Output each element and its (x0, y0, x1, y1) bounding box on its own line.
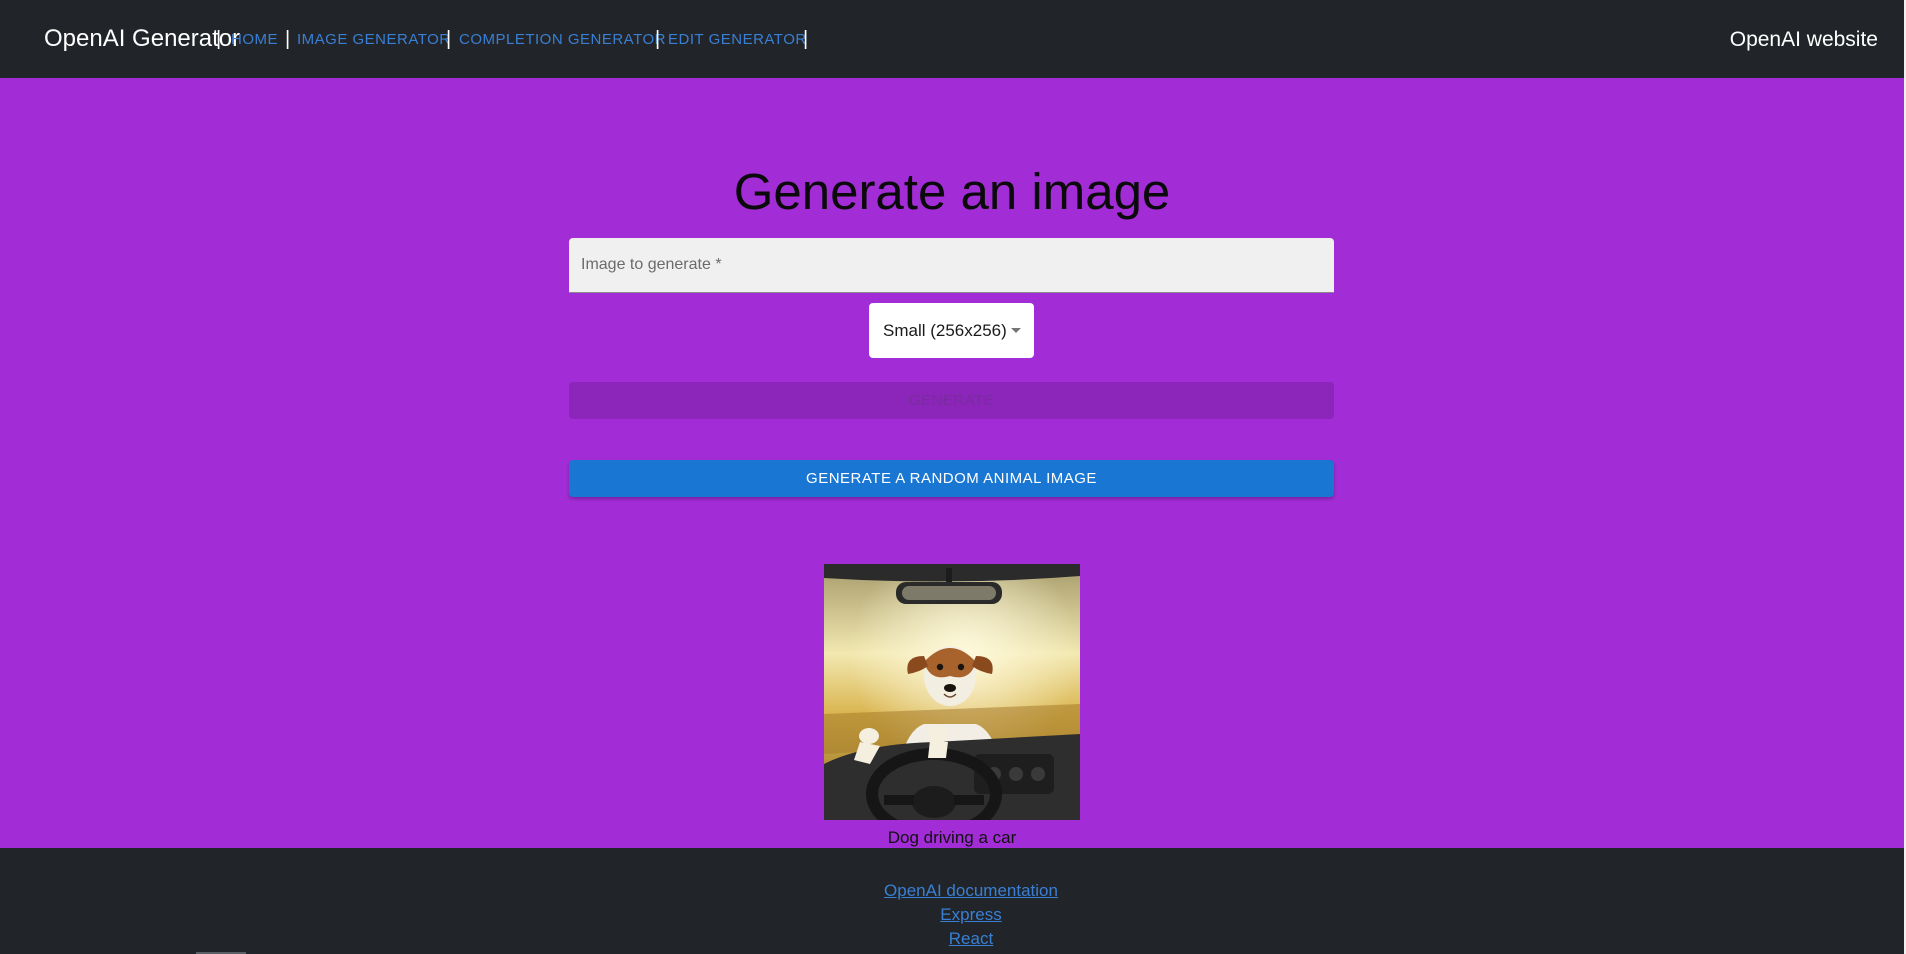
page-title: Generate an image (733, 163, 1171, 220)
nav-link-edit-generator[interactable]: EDIT GENERATOR (668, 31, 807, 48)
footer: OpenAI documentation Express React (0, 848, 1904, 954)
nav-separator: | (803, 28, 809, 50)
image-size-select[interactable]: Small (256x256) (869, 303, 1034, 358)
nav-link-completion-generator[interactable]: COMPLETION GENERATOR (459, 31, 666, 48)
chevron-down-icon (1011, 328, 1021, 333)
brand-title: OpenAI Generator (44, 25, 241, 52)
footer-link-react[interactable]: React (0, 929, 1906, 949)
main-content: Generate an image Small (256x256) GENERA… (0, 78, 1904, 848)
random-animal-image-button[interactable]: GENERATE A RANDOM ANIMAL IMAGE (569, 460, 1334, 497)
top-navbar: OpenAI Generator | HOME | IMAGE GENERATO… (0, 0, 1904, 78)
nav-separator: | (655, 28, 661, 50)
nav-separator: | (285, 28, 291, 50)
generated-image (824, 564, 1080, 820)
nav-link-image-generator[interactable]: IMAGE GENERATOR (297, 31, 451, 48)
footer-link-openai-documentation[interactable]: OpenAI documentation (0, 881, 1906, 901)
image-prompt-input[interactable] (569, 238, 1334, 293)
image-size-selected-value: Small (256x256) (883, 320, 1007, 340)
nav-separator: | (446, 28, 452, 50)
image-caption: Dog driving a car (887, 828, 1017, 847)
nav-link-home[interactable]: HOME (231, 31, 278, 48)
openai-website-link[interactable]: OpenAI website (1730, 28, 1878, 52)
footer-link-express[interactable]: Express (0, 905, 1906, 925)
generate-button[interactable]: GENERATE (569, 382, 1334, 419)
nav-separator: | (216, 28, 222, 50)
dog-driving-car-image (824, 564, 1080, 820)
